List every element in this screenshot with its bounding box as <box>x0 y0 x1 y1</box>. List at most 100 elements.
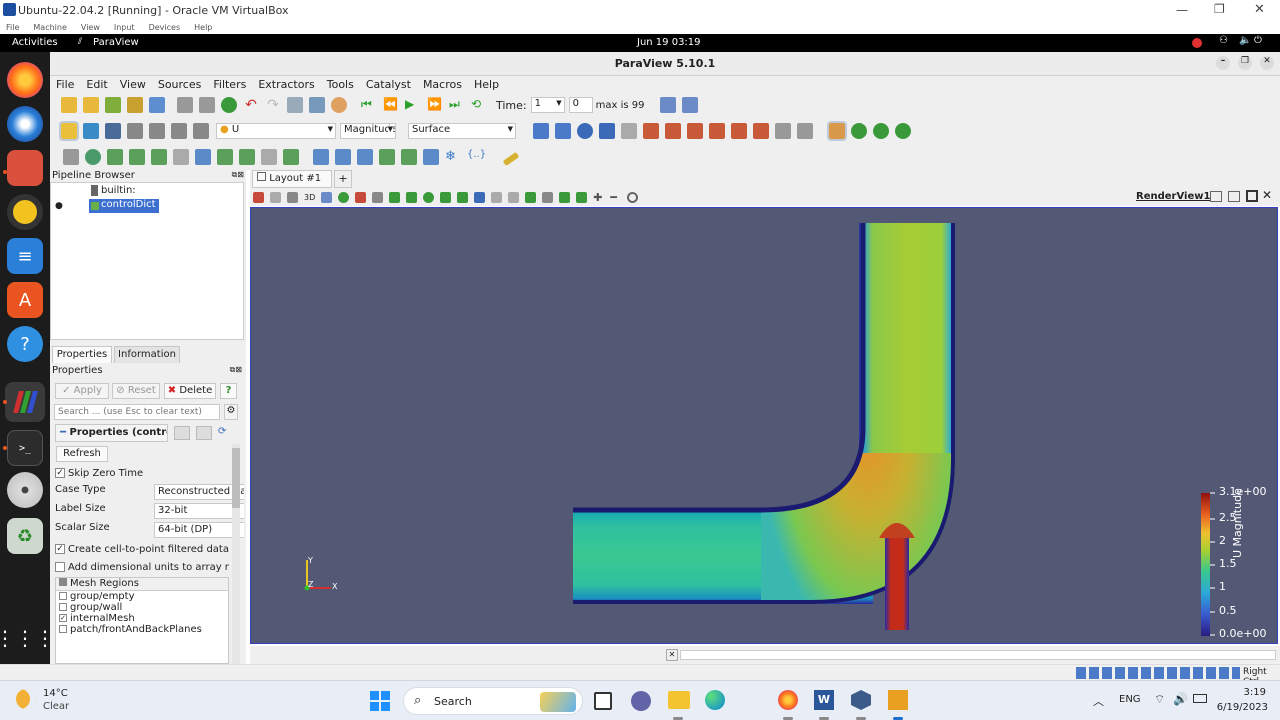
menu-help[interactable]: Help <box>474 78 499 91</box>
previous-frame-icon[interactable]: ⏪ <box>383 97 399 113</box>
record-icon[interactable] <box>1192 38 1202 48</box>
grow-icon[interactable] <box>457 191 469 203</box>
toggle-3d-button[interactable]: 3D <box>304 193 315 202</box>
skip-zero-time-checkbox[interactable]: ✓ Skip Zero Time <box>55 468 143 479</box>
copy-icon[interactable] <box>174 426 190 440</box>
next-frame-icon[interactable]: ⏩ <box>427 97 443 113</box>
interaction-mode-icon[interactable] <box>827 121 847 141</box>
rescale-custom-icon[interactable] <box>127 123 143 139</box>
rescale-visible-icon[interactable] <box>171 123 187 139</box>
plot-data-icon[interactable] <box>379 149 395 165</box>
writer-icon[interactable]: ≡ <box>7 238 43 274</box>
ruler-icon[interactable] <box>502 151 520 167</box>
select-block-icon[interactable] <box>372 191 384 203</box>
menu-sources[interactable]: Sources <box>158 78 202 91</box>
mesh-region-row[interactable]: patch/frontAndBackPlanes <box>56 624 228 635</box>
clock[interactable]: Jun 19 03:19 <box>637 37 701 48</box>
zoom-data-icon[interactable] <box>577 123 593 139</box>
tab-information[interactable]: Information <box>114 346 180 363</box>
pipeline-item-controldict[interactable]: controlDict <box>89 199 159 213</box>
refresh-button[interactable]: Refresh <box>56 446 108 462</box>
component-combo[interactable]: Magnitude ▼ <box>340 123 396 139</box>
histogram-icon[interactable] <box>357 149 373 165</box>
rotate-minus90-icon[interactable] <box>797 123 813 139</box>
dock-float-icon[interactable]: ⧉⊠ <box>232 170 244 180</box>
warp-icon[interactable] <box>239 149 255 165</box>
apply-button[interactable]: ✓ Apply <box>55 383 109 399</box>
reload-icon[interactable]: ⟳ <box>218 426 234 440</box>
create-c2p-checkbox[interactable]: ✓ Create cell-to-point filtered data <box>55 544 229 555</box>
wifi-icon[interactable]: ⌔ <box>1154 692 1165 707</box>
mesh-region-row[interactable]: group/wall <box>56 602 228 613</box>
pick-center-icon[interactable] <box>873 123 889 139</box>
network-icon[interactable]: ⚇ <box>1219 35 1228 46</box>
horizontal-scrollbar[interactable] <box>680 650 1276 660</box>
layout-tab[interactable]: Layout #1 ⊠ <box>252 170 332 200</box>
terminal-icon[interactable]: >_ <box>7 430 43 466</box>
set-view-x-plus-icon[interactable] <box>643 123 659 139</box>
chevron-up-icon[interactable]: ︿ <box>1093 693 1104 709</box>
representation-combo[interactable]: Surface ▼ <box>408 123 516 139</box>
rescale-over-time-icon[interactable] <box>193 123 209 139</box>
edit-selection-icon[interactable] <box>508 191 520 203</box>
palette-icon[interactable] <box>331 97 347 113</box>
interactive-select-icon[interactable] <box>389 191 401 203</box>
clip-icon[interactable] <box>107 149 123 165</box>
camera-redo-icon[interactable] <box>309 97 325 113</box>
vbox-menu-file[interactable]: File <box>6 23 19 32</box>
menu-filters[interactable]: Filters <box>213 78 246 91</box>
virtualbox-taskbar-icon[interactable] <box>851 690 871 710</box>
firefox-taskbar-icon[interactable] <box>778 690 798 710</box>
split-vertical-icon[interactable] <box>1228 191 1240 202</box>
clear-selection-icon[interactable] <box>491 191 503 203</box>
color-by-combo[interactable]: ● U ▼ <box>216 123 336 139</box>
center-axes-icon[interactable] <box>851 123 867 139</box>
extract-subset-icon[interactable] <box>173 149 189 165</box>
edit-colormap-icon[interactable] <box>83 123 99 139</box>
connect-icon[interactable] <box>177 97 193 113</box>
temporal-icon[interactable] <box>423 149 439 165</box>
rotate-plus90-icon[interactable] <box>775 123 791 139</box>
target-icon[interactable] <box>627 191 639 203</box>
plus-icon[interactable]: ✚ <box>593 192 604 203</box>
calculator-icon[interactable] <box>63 149 79 165</box>
save-screenshot-icon[interactable] <box>149 97 165 113</box>
vbox-menu-devices[interactable]: Devices <box>149 23 181 32</box>
add-units-checkbox[interactable]: Add dimensional units to array names <box>55 562 229 573</box>
set-view-x-minus-icon[interactable] <box>665 123 681 139</box>
disconnect-icon[interactable] <box>199 97 215 113</box>
timestep-spinbox[interactable]: 0 <box>568 97 593 113</box>
advanced-gear-icon[interactable]: ⚙ <box>224 404 238 420</box>
vbox-menu-input[interactable]: Input <box>114 23 135 32</box>
close-panel-icon[interactable]: ✕ <box>666 649 678 661</box>
play-icon[interactable]: ▶ <box>405 97 421 113</box>
disc-icon[interactable] <box>7 472 43 508</box>
teams-icon[interactable] <box>631 691 651 711</box>
vbox-menu-help[interactable]: Help <box>194 23 212 32</box>
split-horizontal-icon[interactable] <box>1210 191 1222 202</box>
speaker-icon[interactable]: 🔊 <box>1173 692 1188 706</box>
thunderbird-icon[interactable] <box>7 106 43 142</box>
select-points-icon[interactable] <box>321 191 333 203</box>
close-view-icon[interactable]: ✕ <box>1262 188 1272 202</box>
close-icon[interactable]: ✕ <box>1254 2 1265 17</box>
menu-edit[interactable]: Edit <box>86 78 107 91</box>
pipeline-item-builtin[interactable]: builtin: <box>101 185 136 196</box>
label-size-field[interactable]: 32-bit <box>154 503 244 519</box>
activities-button[interactable]: Activities <box>12 37 58 48</box>
set-view-y-plus-icon[interactable] <box>687 123 703 139</box>
eye-icon[interactable]: ● <box>55 201 63 211</box>
magnify-icon[interactable] <box>621 123 637 139</box>
set-view-z-minus-icon[interactable] <box>753 123 769 139</box>
zoom-closest-icon[interactable] <box>681 97 698 113</box>
file-explorer-icon[interactable] <box>668 691 690 709</box>
battery-icon[interactable] <box>1193 694 1207 703</box>
properties-section-header[interactable]: ━ Properties (controlDict) <box>55 424 168 442</box>
reset-button[interactable]: ⊘ Reset <box>112 383 160 399</box>
scrollbar-thumb[interactable] <box>232 448 240 508</box>
mesh-regions-header[interactable]: Mesh Regions <box>56 578 228 591</box>
threshold-icon[interactable] <box>151 149 167 165</box>
screenshot-icon[interactable] <box>287 191 298 203</box>
select-polygon-icon[interactable] <box>406 191 418 203</box>
reset-camera-icon[interactable] <box>533 123 549 139</box>
